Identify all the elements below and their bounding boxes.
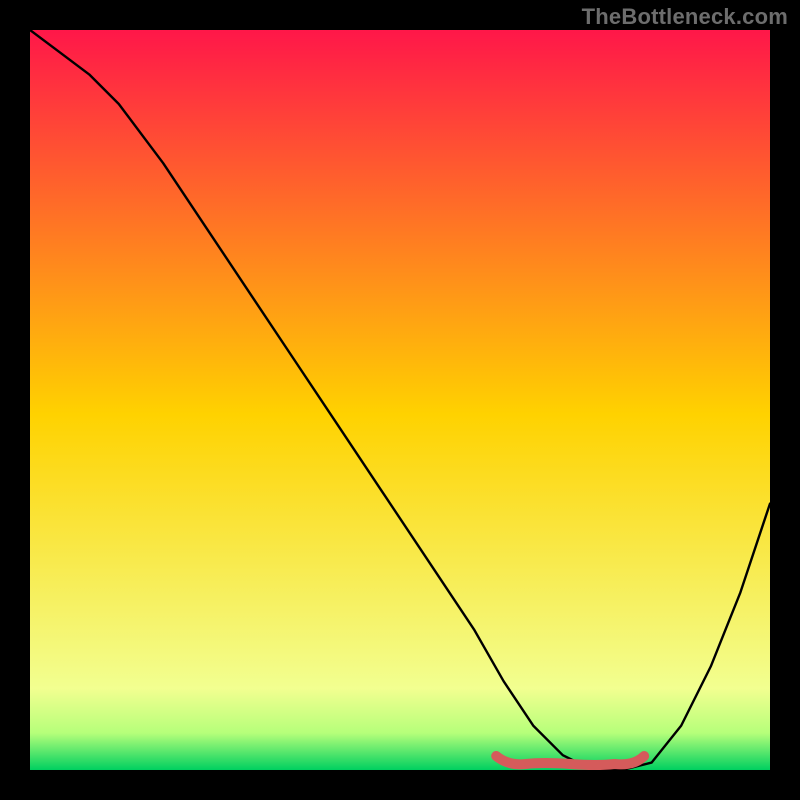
bottleneck-chart — [30, 30, 770, 770]
gradient-background — [30, 30, 770, 770]
watermark-text: TheBottleneck.com — [582, 4, 788, 30]
chart-frame: TheBottleneck.com — [0, 0, 800, 800]
